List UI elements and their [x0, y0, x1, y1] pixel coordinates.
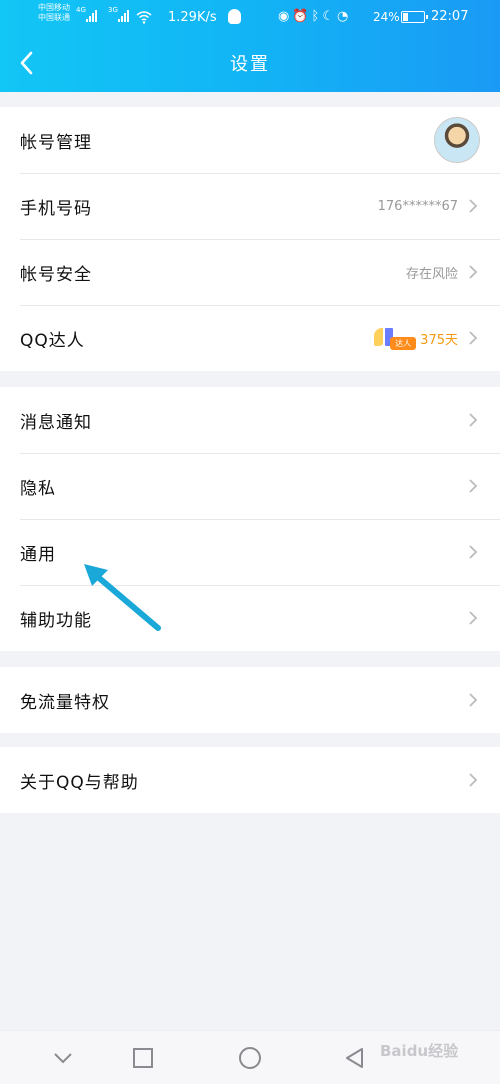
carrier-1: 中国移动 — [38, 3, 70, 12]
row-notifications[interactable]: 消息通知 — [0, 387, 500, 453]
row-phone-number[interactable]: 手机号码 176******67 — [0, 173, 500, 239]
gauge-icon: ◔ — [337, 9, 352, 24]
chevron-right-icon — [469, 611, 478, 625]
network-speed: 1.29K/s — [168, 10, 217, 25]
expert-badge-icon: 达人 — [374, 324, 417, 352]
app-header: 中国移动 中国联通 4G 3G 1.29K/s ◉⏰ᛒ☾◔ 24% 22:07 … — [0, 0, 500, 92]
chevron-right-icon — [469, 693, 478, 707]
battery-icon — [401, 11, 428, 23]
row-label: 手机号码 — [20, 198, 92, 219]
network-type-2: 3G — [108, 6, 118, 14]
settings-group-account: 帐号管理 手机号码 176******67 帐号安全 存在风险 QQ达人 达人 … — [0, 107, 500, 371]
badge-tag: 达人 — [390, 337, 417, 350]
chevron-right-icon — [469, 773, 478, 787]
status-bar: 中国移动 中国联通 4G 3G 1.29K/s ◉⏰ᛒ☾◔ 24% 22:07 — [0, 0, 500, 34]
bluetooth-icon: ᛒ — [311, 9, 323, 24]
row-label: 免流量特权 — [20, 692, 110, 713]
chevron-right-icon — [469, 545, 478, 559]
row-account-management[interactable]: 帐号管理 — [0, 107, 500, 173]
circle-icon[interactable] — [235, 1043, 265, 1073]
security-status: 存在风险 — [405, 266, 458, 282]
row-label: 消息通知 — [20, 412, 92, 433]
battery-percent: 24% — [373, 10, 400, 24]
down-chevron-icon[interactable] — [48, 1043, 78, 1073]
alarm-icon: ⏰ — [292, 9, 312, 24]
row-privacy[interactable]: 隐私 — [0, 453, 500, 519]
chevron-right-icon — [469, 331, 478, 345]
settings-group-general: 消息通知 隐私 通用 辅助功能 — [0, 387, 500, 651]
phone-number-value: 176******67 — [377, 198, 458, 214]
row-label: 隐私 — [20, 478, 56, 499]
carrier-names: 中国移动 中国联通 — [38, 3, 70, 23]
eye-icon: ◉ — [278, 9, 293, 24]
row-label: QQ达人 — [20, 330, 85, 351]
baidu-watermark: Baidu经验 — [380, 1042, 459, 1060]
chevron-right-icon — [469, 479, 478, 493]
network-type-1: 4G — [76, 6, 86, 14]
settings-group-privileges: 免流量特权 — [0, 667, 500, 733]
square-icon[interactable] — [128, 1043, 158, 1073]
clock: 22:07 — [431, 9, 469, 24]
row-label: 关于QQ与帮助 — [20, 772, 139, 793]
moon-icon: ☾ — [322, 9, 337, 24]
chevron-right-icon — [469, 413, 478, 427]
row-free-data[interactable]: 免流量特权 — [0, 667, 500, 733]
settings-group-about: 关于QQ与帮助 — [0, 747, 500, 813]
back-triangle-icon[interactable] — [340, 1043, 370, 1073]
annotation-arrow-icon — [84, 564, 161, 631]
wifi-icon — [136, 10, 152, 28]
row-general[interactable]: 通用 — [0, 519, 500, 585]
chevron-right-icon — [469, 265, 478, 279]
page-title: 设置 — [230, 54, 270, 75]
row-label: 帐号安全 — [20, 264, 92, 285]
row-label: 帐号管理 — [20, 132, 92, 153]
status-icons: ◉⏰ᛒ☾◔ — [278, 9, 351, 24]
carrier-2: 中国联通 — [38, 13, 70, 22]
chevron-right-icon — [469, 199, 478, 213]
expert-days: 375天 — [420, 332, 458, 348]
qq-penguin-icon — [228, 9, 241, 24]
signal-icon-1: 4G — [76, 6, 97, 22]
avatar — [434, 117, 480, 163]
signal-icon-2: 3G — [108, 6, 129, 22]
row-about-help[interactable]: 关于QQ与帮助 — [0, 747, 500, 813]
row-account-security[interactable]: 帐号安全 存在风险 — [0, 239, 500, 305]
row-qq-expert[interactable]: QQ达人 达人 375天 — [0, 305, 500, 371]
qq-expert-badge: 达人 375天 — [374, 324, 458, 352]
row-accessibility[interactable]: 辅助功能 — [0, 585, 500, 651]
